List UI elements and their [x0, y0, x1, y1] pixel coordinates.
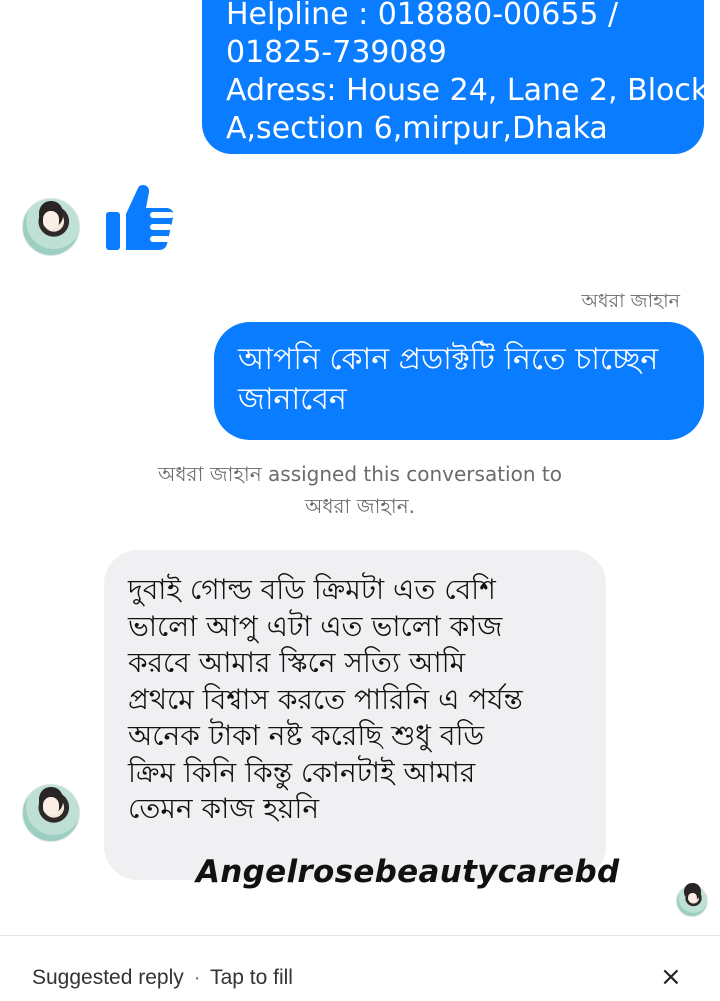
message-line: Helpline : 018880-00655 / [226, 0, 619, 32]
watermark-text: Angelrosebeautycarebd [196, 854, 620, 890]
message-line: A,section 6,mirpur,Dhaka [226, 111, 608, 146]
separator-dot: · [193, 966, 201, 989]
outgoing-message-contact-info[interactable]: Helpline : 018880-00655 / 01825-739089 A… [202, 0, 709, 154]
incoming-message-review[interactable]: দুবাই গোল্ড বডি ক্রিমটা এত বেশি ভালো আপু… [104, 550, 606, 880]
message-line: ভালো আপু এটা এত ভালো কাজ [128, 609, 503, 643]
message-line: Adress: House 24, Lane 2, Block [226, 73, 709, 108]
sender-name-label: অধরা জাহান [581, 290, 680, 312]
message-line: অনেক টাকা নষ্ট করেছি শুধু বডি [128, 719, 485, 752]
message-line: তেমন কাজ হয়নি [128, 792, 320, 825]
footer-divider [0, 935, 720, 936]
close-icon[interactable]: × [660, 962, 682, 992]
contact-avatar[interactable] [22, 198, 80, 256]
message-line: 01825-739089 [226, 35, 447, 70]
system-notice-line: অধরা জাহান. [305, 494, 415, 518]
suggested-reply-label: Suggested reply [32, 966, 184, 989]
contact-avatar[interactable] [22, 784, 80, 842]
suggested-reply-bar[interactable]: Suggested reply · Tap to fill [32, 966, 293, 990]
thumbs-up-icon[interactable] [104, 182, 176, 254]
system-notice: অধরা জাহান assigned this conversation to… [100, 458, 620, 522]
outgoing-message-question[interactable]: আপনি কোন প্রডাক্টটি নিতে চাচ্ছেন জানাবেন [214, 322, 704, 440]
message-line: প্রথমে বিশ্বাস করতে পারিনি এ পর্যন্ত [128, 682, 523, 716]
seen-avatar [676, 885, 708, 917]
message-text: আপনি কোন প্রডাক্টটি নিতে চাচ্ছেন জানাবেন [238, 342, 659, 417]
system-notice-line: অধরা জাহান assigned this conversation to [158, 462, 562, 486]
tap-to-fill-label[interactable]: Tap to fill [210, 966, 293, 989]
message-line: দুবাই গোল্ড বডি ক্রিমটা এত বেশি [128, 573, 496, 606]
message-line: ক্রিম কিনি কিন্তু কোনটাই আমার [128, 755, 476, 789]
message-line: করবে আমার স্কিনে সত্যি আমি [128, 646, 466, 679]
